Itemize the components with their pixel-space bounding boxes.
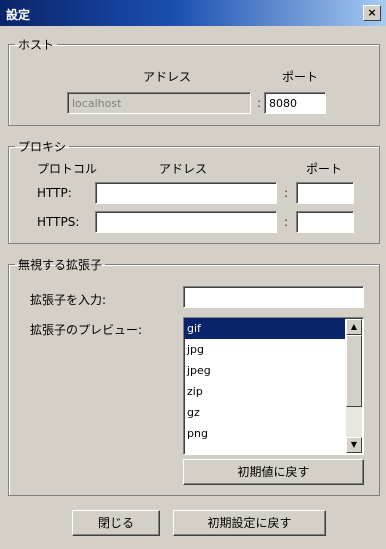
- list-scrollbar[interactable]: ▲ ▼: [346, 319, 362, 453]
- http-label: HTTP:: [37, 186, 72, 200]
- host-address-header: アドレス: [143, 70, 192, 84]
- extension-list-item[interactable]: jpg: [184, 339, 345, 360]
- host-port-header: ポート: [282, 70, 319, 84]
- extension-preview-list[interactable]: gif jpg jpeg zip gz png ▲ ▼: [183, 317, 364, 455]
- https-port-field[interactable]: [296, 211, 354, 233]
- extension-preview-label: 拡張子のプレビュー:: [30, 323, 143, 337]
- proxy-address-header: アドレス: [159, 162, 208, 176]
- host-colon: :: [257, 96, 262, 110]
- ignored-extensions-legend: 無視する拡張子: [18, 258, 103, 272]
- scroll-down-button[interactable]: ▼: [346, 437, 362, 453]
- extension-input-field[interactable]: [183, 286, 364, 308]
- http-colon: :: [284, 186, 289, 200]
- http-port-field[interactable]: [296, 182, 354, 204]
- close-dialog-button[interactable]: 閉じる: [72, 510, 160, 536]
- close-button[interactable]: ×: [363, 5, 381, 21]
- reset-extensions-button[interactable]: 初期値に戻す: [183, 459, 364, 485]
- extension-list-item[interactable]: gz: [184, 402, 345, 423]
- extension-list-item[interactable]: zip: [184, 381, 345, 402]
- scroll-up-button[interactable]: ▲: [346, 319, 362, 335]
- proxy-legend: プロキシ: [18, 140, 67, 154]
- proxy-port-header: ポート: [306, 162, 343, 176]
- reset-all-settings-button[interactable]: 初期設定に戻す: [173, 510, 326, 536]
- title-bar[interactable]: 設定 ×: [0, 0, 386, 26]
- host-address-field: localhost: [67, 92, 251, 114]
- extension-input-label: 拡張子を入力:: [30, 293, 107, 307]
- window-title: 設定: [6, 8, 31, 22]
- https-colon: :: [284, 215, 289, 229]
- proxy-protocol-header: プロトコル: [37, 162, 98, 176]
- http-address-field[interactable]: [95, 182, 277, 204]
- https-address-field[interactable]: [95, 211, 277, 233]
- extension-items: gif jpg jpeg zip gz png: [184, 318, 363, 444]
- settings-dialog: 設定 × ホスト アドレス ポート localhost : 8080 プロキシ …: [0, 0, 386, 549]
- extension-list-item[interactable]: gif: [184, 318, 345, 339]
- extension-list-item[interactable]: jpeg: [184, 360, 345, 381]
- host-legend: ホスト: [18, 38, 55, 52]
- scroll-thumb[interactable]: [346, 335, 362, 407]
- extension-list-item[interactable]: png: [184, 423, 345, 444]
- https-label: HTTPS:: [37, 215, 80, 229]
- host-port-field[interactable]: 8080: [264, 92, 326, 114]
